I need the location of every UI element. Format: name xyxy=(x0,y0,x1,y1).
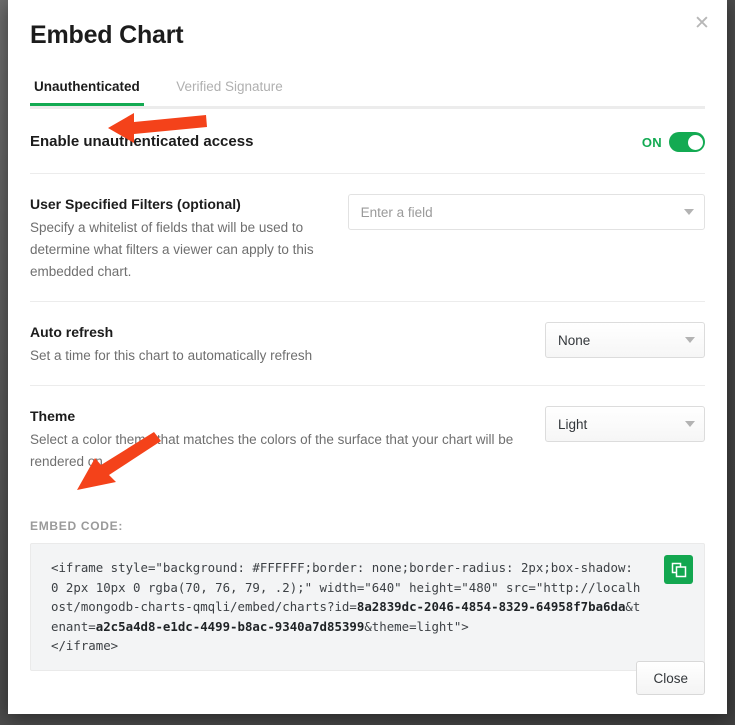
toggle-knob xyxy=(687,134,703,150)
auto-refresh-text: Auto refresh Set a time for this chart t… xyxy=(30,322,312,367)
embed-code-text[interactable]: <iframe style="background: #FFFFFF;borde… xyxy=(51,558,646,656)
auto-refresh-description: Set a time for this chart to automatical… xyxy=(30,348,313,363)
user-specified-filters-text: User Specified Filters (optional) Specif… xyxy=(30,194,348,283)
tab-verified-signature[interactable]: Verified Signature xyxy=(172,79,287,103)
theme-row: Theme Select a color theme that matches … xyxy=(30,386,705,491)
page-title: Embed Chart xyxy=(30,21,184,49)
copy-embed-code-button[interactable] xyxy=(664,555,693,584)
close-button[interactable]: Close xyxy=(636,661,705,695)
theme-select[interactable]: Light xyxy=(545,406,705,442)
enable-unauthenticated-access-row: Enable unauthenticated access ON xyxy=(30,109,705,174)
embed-code-label: EMBED CODE: xyxy=(30,519,124,533)
auto-refresh-title: Auto refresh xyxy=(30,324,114,340)
settings-section: Enable unauthenticated access ON User Sp… xyxy=(30,109,705,491)
tab-unauthenticated[interactable]: Unauthenticated xyxy=(30,79,144,106)
unauthenticated-access-toggle[interactable] xyxy=(669,132,705,152)
theme-description: Select a color theme that matches the co… xyxy=(30,432,514,469)
user-specified-filters-title: User Specified Filters (optional) xyxy=(30,196,241,212)
chevron-down-icon[interactable] xyxy=(685,337,695,343)
user-specified-filters-row: User Specified Filters (optional) Specif… xyxy=(30,174,705,302)
filters-field-input[interactable]: Enter a field xyxy=(347,194,705,230)
dialog-footer: Close xyxy=(8,642,727,714)
close-x-icon[interactable]: ✕ xyxy=(691,14,713,36)
user-specified-filters-description: Specify a whitelist of fields that will … xyxy=(30,220,314,279)
embed-chart-dialog: Embed Chart ✕ Unauthenticated Verified S… xyxy=(8,0,727,714)
unauthenticated-access-toggle-group[interactable]: ON xyxy=(642,132,705,152)
copy-documents-icon xyxy=(671,562,686,577)
auto-refresh-row: Auto refresh Set a time for this chart t… xyxy=(30,302,705,386)
auto-refresh-selected-value: None xyxy=(558,332,591,348)
enable-unauthenticated-access-label: Enable unauthenticated access xyxy=(30,133,254,150)
tab-bar: Unauthenticated Verified Signature xyxy=(30,78,705,109)
theme-selected-value: Light xyxy=(558,416,588,432)
theme-text: Theme Select a color theme that matches … xyxy=(30,406,530,473)
dialog-header: Embed Chart ✕ xyxy=(8,0,727,52)
theme-title: Theme xyxy=(30,408,76,424)
chevron-down-icon[interactable] xyxy=(684,209,694,215)
auto-refresh-select[interactable]: None xyxy=(545,322,705,358)
chevron-down-icon[interactable] xyxy=(685,421,695,427)
filters-field-placeholder: Enter a field xyxy=(360,204,433,220)
toggle-state-label: ON xyxy=(641,134,662,150)
